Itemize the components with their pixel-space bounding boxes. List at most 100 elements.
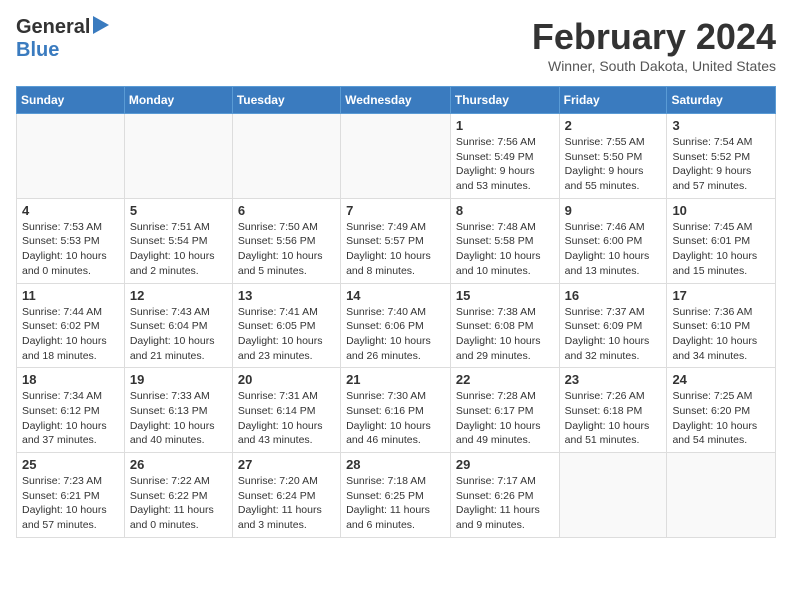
calendar-cell: 5 Sunrise: 7:51 AM Sunset: 5:54 PM Daylig…	[124, 198, 232, 283]
weekday-header-wednesday: Wednesday	[341, 87, 451, 114]
day-info: Sunrise: 7:56 AM Sunset: 5:49 PM Dayligh…	[456, 135, 554, 194]
day-info: Sunrise: 7:55 AM Sunset: 5:50 PM Dayligh…	[565, 135, 662, 194]
weekday-header-sunday: Sunday	[17, 87, 125, 114]
title-month: February 2024	[532, 16, 776, 58]
day-info: Sunrise: 7:28 AM Sunset: 6:17 PM Dayligh…	[456, 389, 554, 448]
calendar-cell: 21 Sunrise: 7:30 AM Sunset: 6:16 PM Dayli…	[341, 368, 451, 453]
calendar-cell	[341, 114, 451, 199]
logo-general-text: General	[16, 16, 90, 39]
day-number: 12	[130, 288, 227, 303]
calendar-cell: 18Sunrise: 7:34 AM Sunset: 6:12 PM Dayli…	[17, 368, 125, 453]
calendar-cell: 23 Sunrise: 7:26 AM Sunset: 6:18 PM Dayli…	[559, 368, 667, 453]
calendar-cell: 2 Sunrise: 7:55 AM Sunset: 5:50 PM Daylig…	[559, 114, 667, 199]
calendar-week-row: 1 Sunrise: 7:56 AM Sunset: 5:49 PM Daylig…	[17, 114, 776, 199]
day-info: Sunrise: 7:49 AM Sunset: 5:57 PM Dayligh…	[346, 220, 445, 279]
calendar-cell: 17 Sunrise: 7:36 AM Sunset: 6:10 PM Dayli…	[667, 283, 776, 368]
calendar-cell: 29 Sunrise: 7:17 AM Sunset: 6:26 PM Dayli…	[450, 453, 559, 538]
calendar-cell: 4 Sunrise: 7:53 AM Sunset: 5:53 PM Daylig…	[17, 198, 125, 283]
day-number: 2	[565, 118, 662, 133]
day-info: Sunrise: 7:53 AM Sunset: 5:53 PM Dayligh…	[22, 220, 119, 279]
day-number: 22	[456, 372, 554, 387]
calendar-cell: 25Sunrise: 7:23 AM Sunset: 6:21 PM Dayli…	[17, 453, 125, 538]
title-location: Winner, South Dakota, United States	[532, 58, 776, 74]
calendar-cell: 3 Sunrise: 7:54 AM Sunset: 5:52 PM Daylig…	[667, 114, 776, 199]
day-info: Sunrise: 7:37 AM Sunset: 6:09 PM Dayligh…	[565, 305, 662, 364]
day-number: 29	[456, 457, 554, 472]
day-info: Sunrise: 7:31 AM Sunset: 6:14 PM Dayligh…	[238, 389, 335, 448]
day-info: Sunrise: 7:17 AM Sunset: 6:26 PM Dayligh…	[456, 474, 554, 533]
day-number: 19	[130, 372, 227, 387]
day-info: Sunrise: 7:18 AM Sunset: 6:25 PM Dayligh…	[346, 474, 445, 533]
day-number: 10	[672, 203, 770, 218]
day-info: Sunrise: 7:51 AM Sunset: 5:54 PM Dayligh…	[130, 220, 227, 279]
calendar-week-row: 25Sunrise: 7:23 AM Sunset: 6:21 PM Dayli…	[17, 453, 776, 538]
day-info: Sunrise: 7:54 AM Sunset: 5:52 PM Dayligh…	[672, 135, 770, 194]
day-info: Sunrise: 7:20 AM Sunset: 6:24 PM Dayligh…	[238, 474, 335, 533]
day-info: Sunrise: 7:38 AM Sunset: 6:08 PM Dayligh…	[456, 305, 554, 364]
day-info: Sunrise: 7:50 AM Sunset: 5:56 PM Dayligh…	[238, 220, 335, 279]
day-number: 1	[456, 118, 554, 133]
logo: General Blue	[16, 16, 109, 62]
calendar-cell	[124, 114, 232, 199]
day-info: Sunrise: 7:25 AM Sunset: 6:20 PM Dayligh…	[672, 389, 770, 448]
day-number: 4	[22, 203, 119, 218]
calendar-table: SundayMondayTuesdayWednesdayThursdayFrid…	[16, 86, 776, 538]
day-number: 15	[456, 288, 554, 303]
weekday-header-friday: Friday	[559, 87, 667, 114]
day-info: Sunrise: 7:30 AM Sunset: 6:16 PM Dayligh…	[346, 389, 445, 448]
calendar-cell	[17, 114, 125, 199]
day-info: Sunrise: 7:23 AM Sunset: 6:21 PM Dayligh…	[22, 474, 119, 533]
logo-blue-text: Blue	[16, 39, 59, 62]
day-number: 23	[565, 372, 662, 387]
calendar-week-row: 4 Sunrise: 7:53 AM Sunset: 5:53 PM Daylig…	[17, 198, 776, 283]
header: General Blue February 2024 Winner, South…	[16, 16, 776, 74]
calendar-cell: 9Sunrise: 7:46 AM Sunset: 6:00 PM Daylig…	[559, 198, 667, 283]
calendar-cell	[559, 453, 667, 538]
day-info: Sunrise: 7:40 AM Sunset: 6:06 PM Dayligh…	[346, 305, 445, 364]
calendar-week-row: 18Sunrise: 7:34 AM Sunset: 6:12 PM Dayli…	[17, 368, 776, 453]
day-number: 13	[238, 288, 335, 303]
day-number: 5	[130, 203, 227, 218]
calendar-cell: 10Sunrise: 7:45 AM Sunset: 6:01 PM Dayli…	[667, 198, 776, 283]
calendar-cell: 15 Sunrise: 7:38 AM Sunset: 6:08 PM Dayli…	[450, 283, 559, 368]
calendar-cell: 11 Sunrise: 7:44 AM Sunset: 6:02 PM Dayli…	[17, 283, 125, 368]
day-number: 14	[346, 288, 445, 303]
day-number: 3	[672, 118, 770, 133]
day-info: Sunrise: 7:41 AM Sunset: 6:05 PM Dayligh…	[238, 305, 335, 364]
day-number: 27	[238, 457, 335, 472]
calendar-cell: 6 Sunrise: 7:50 AM Sunset: 5:56 PM Daylig…	[232, 198, 340, 283]
calendar-cell: 7Sunrise: 7:49 AM Sunset: 5:57 PM Daylig…	[341, 198, 451, 283]
day-number: 8	[456, 203, 554, 218]
day-number: 11	[22, 288, 119, 303]
calendar-cell: 28Sunrise: 7:18 AM Sunset: 6:25 PM Dayli…	[341, 453, 451, 538]
calendar-cell: 1 Sunrise: 7:56 AM Sunset: 5:49 PM Daylig…	[450, 114, 559, 199]
day-info: Sunrise: 7:48 AM Sunset: 5:58 PM Dayligh…	[456, 220, 554, 279]
weekday-header-tuesday: Tuesday	[232, 87, 340, 114]
weekday-header-thursday: Thursday	[450, 87, 559, 114]
day-info: Sunrise: 7:46 AM Sunset: 6:00 PM Dayligh…	[565, 220, 662, 279]
day-info: Sunrise: 7:26 AM Sunset: 6:18 PM Dayligh…	[565, 389, 662, 448]
calendar-cell: 24 Sunrise: 7:25 AM Sunset: 6:20 PM Dayli…	[667, 368, 776, 453]
calendar-cell: 12 Sunrise: 7:43 AM Sunset: 6:04 PM Dayli…	[124, 283, 232, 368]
calendar-week-row: 11 Sunrise: 7:44 AM Sunset: 6:02 PM Dayli…	[17, 283, 776, 368]
calendar-cell: 26Sunrise: 7:22 AM Sunset: 6:22 PM Dayli…	[124, 453, 232, 538]
weekday-header-saturday: Saturday	[667, 87, 776, 114]
weekday-header-monday: Monday	[124, 87, 232, 114]
day-info: Sunrise: 7:33 AM Sunset: 6:13 PM Dayligh…	[130, 389, 227, 448]
day-info: Sunrise: 7:44 AM Sunset: 6:02 PM Dayligh…	[22, 305, 119, 364]
calendar-cell	[232, 114, 340, 199]
day-number: 6	[238, 203, 335, 218]
day-number: 20	[238, 372, 335, 387]
day-number: 18	[22, 372, 119, 387]
calendar-cell: 27 Sunrise: 7:20 AM Sunset: 6:24 PM Dayli…	[232, 453, 340, 538]
day-number: 21	[346, 372, 445, 387]
day-info: Sunrise: 7:43 AM Sunset: 6:04 PM Dayligh…	[130, 305, 227, 364]
day-number: 24	[672, 372, 770, 387]
day-info: Sunrise: 7:36 AM Sunset: 6:10 PM Dayligh…	[672, 305, 770, 364]
day-number: 26	[130, 457, 227, 472]
calendar-cell	[667, 453, 776, 538]
day-number: 17	[672, 288, 770, 303]
weekday-header-row: SundayMondayTuesdayWednesdayThursdayFrid…	[17, 87, 776, 114]
calendar-cell: 13 Sunrise: 7:41 AM Sunset: 6:05 PM Dayli…	[232, 283, 340, 368]
calendar-cell: 14 Sunrise: 7:40 AM Sunset: 6:06 PM Dayli…	[341, 283, 451, 368]
